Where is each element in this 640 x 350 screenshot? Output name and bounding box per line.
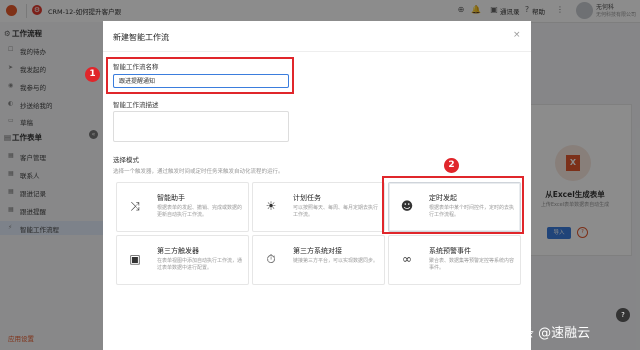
mode-label: 选择模式 [113, 156, 139, 164]
mode-card-third-party-trigger[interactable]: ▣ 第三方触发器 在表单视图中添加自动执行工作流，通过表单数据中进行配置。 [116, 235, 249, 285]
annotation-badge-1: 1 [85, 67, 100, 82]
floating-help-icon[interactable]: ? [616, 308, 630, 322]
annotation-box-name [106, 57, 294, 94]
workflow-desc-input[interactable] [113, 111, 289, 142]
shuffle-icon: ⤨ [130, 199, 140, 213]
annotation-box-timed [382, 176, 524, 234]
mode-card-smart-assistant[interactable]: ⤨ 智能助手 根据表单的发起、撤销、完成或数据的更新自动执行工作流。 [116, 182, 249, 232]
calendar-check-icon: ▣ [129, 252, 141, 266]
watermark: 头条 @速融云 [508, 326, 591, 341]
mode-hint: 选择一个触发器，通过触发时间或定时任务来触发自动化流程的运行。 [113, 169, 284, 175]
annotation-badge-2: 2 [444, 158, 459, 173]
mode-card-scheduled-task[interactable]: ☀ 计划任务 可以按照每天、每周、每月定期去执行工作流。 [252, 182, 385, 232]
close-icon[interactable]: × [513, 30, 521, 40]
mode-card-system-alert[interactable]: ∞ 系统预警事件 聚合表、数据集等预警定控等系统内容事件。 [388, 235, 521, 285]
stopwatch-icon: ⏱ [266, 252, 276, 266]
sun-icon: ☀ [265, 199, 277, 213]
mode-card-third-party-system[interactable]: ⏱ 第三方系统对接 链接第三方平台，可以实现数据同步。 [252, 235, 385, 285]
desc-label: 智能工作流描述 [113, 101, 159, 109]
divider [103, 51, 531, 52]
dialog-title: 新建智能工作流 [113, 33, 169, 42]
link-icon: ∞ [402, 252, 412, 266]
